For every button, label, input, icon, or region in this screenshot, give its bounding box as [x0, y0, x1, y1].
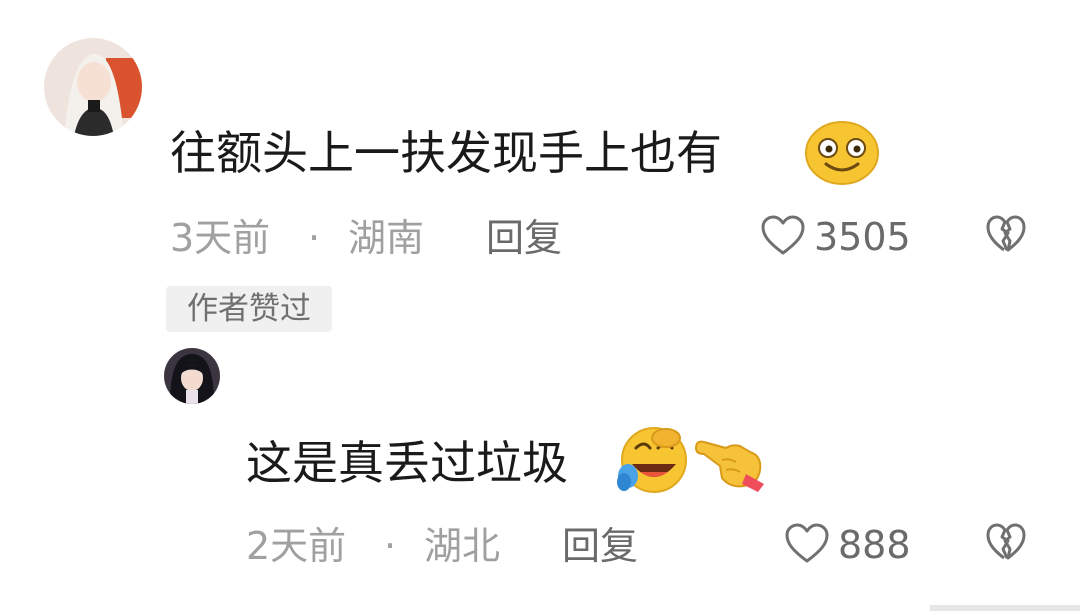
reply-button[interactable]: 回复	[562, 527, 638, 565]
like-count: 3505	[814, 215, 911, 259]
author-liked-badge: 作者赞过	[166, 286, 332, 332]
comment-location: 湖北	[424, 524, 501, 568]
rolling-on-floor-laughing-emoji	[614, 424, 692, 496]
pointing-hand-emoji	[692, 430, 768, 492]
watermark	[930, 598, 1080, 611]
comment-text: 这是真丢过垃圾	[246, 436, 568, 490]
smiling-face-emoji	[804, 120, 880, 186]
comment-text: 往额头上一扶发现手上也有	[170, 126, 722, 180]
comment-section: 往额头上一扶发现手上也有 3天前 · 湖南 回复 3505 作者赞过 这是真丢过…	[0, 0, 1080, 615]
heart-outline-icon	[760, 214, 806, 260]
heart-outline-icon	[784, 522, 830, 568]
comment-time: 3天前	[170, 216, 271, 260]
meta-separator: ·	[308, 216, 321, 260]
like-count: 888	[838, 523, 911, 567]
comment-time: 2天前	[246, 524, 347, 568]
avatar[interactable]	[44, 38, 142, 136]
like-button[interactable]: 3505	[760, 214, 911, 260]
meta-separator: ·	[384, 524, 397, 568]
broken-heart-icon[interactable]	[985, 214, 1027, 258]
reply-button[interactable]: 回复	[486, 219, 562, 257]
comment-location: 湖南	[348, 216, 425, 260]
like-button[interactable]: 888	[784, 522, 911, 568]
broken-heart-icon[interactable]	[985, 522, 1027, 566]
avatar[interactable]	[164, 348, 220, 404]
